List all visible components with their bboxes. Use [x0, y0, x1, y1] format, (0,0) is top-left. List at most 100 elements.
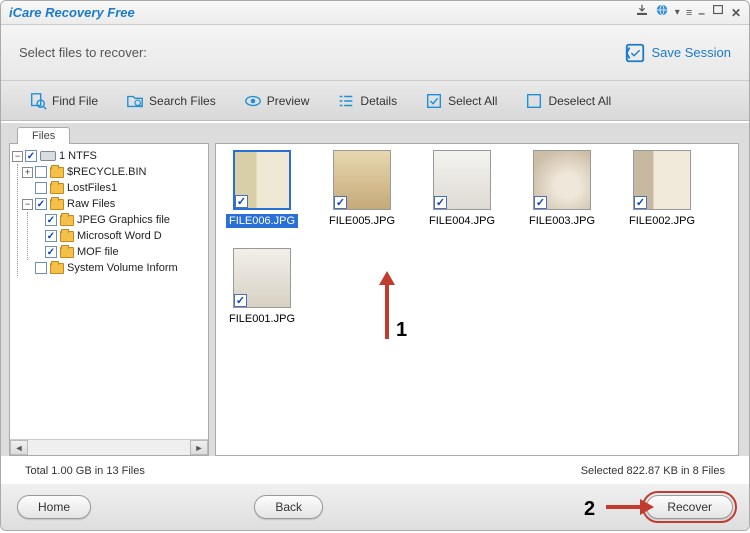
- thumbnail-label: FILE003.JPG: [526, 214, 598, 228]
- thumbnail-item[interactable]: FILE005.JPG: [322, 150, 402, 228]
- tree-h-scrollbar[interactable]: ◄ ►: [10, 439, 208, 455]
- find-file-button[interactable]: Find File: [29, 92, 98, 110]
- folder-icon: [60, 231, 74, 242]
- details-button[interactable]: Details: [337, 92, 397, 110]
- tree-checkbox[interactable]: [45, 230, 57, 242]
- select-all-label: Select All: [448, 94, 497, 108]
- details-icon: [337, 92, 355, 110]
- header: Select files to recover: Save Session: [1, 25, 749, 81]
- save-session-button[interactable]: Save Session: [624, 42, 732, 64]
- footer: Home Back Recover: [1, 484, 749, 530]
- tree-item-lostfiles[interactable]: LostFiles1: [22, 180, 206, 196]
- folder-icon: [50, 199, 64, 210]
- thumb-checkbox[interactable]: [334, 196, 347, 209]
- collapse-icon[interactable]: −: [22, 199, 33, 210]
- status-total: Total 1.00 GB in 13 Files: [25, 465, 581, 477]
- tree-item-word[interactable]: Microsoft Word D: [32, 228, 206, 244]
- home-button[interactable]: Home: [17, 495, 91, 519]
- thumb-checkbox[interactable]: [534, 196, 547, 209]
- tree-item-label: LostFiles1: [67, 182, 117, 194]
- tree-item-label: JPEG Graphics file: [77, 214, 170, 226]
- thumb-checkbox[interactable]: [235, 195, 248, 208]
- app-title: iCare Recovery Free: [9, 5, 635, 20]
- back-button[interactable]: Back: [254, 495, 323, 519]
- folder-icon: [60, 215, 74, 226]
- folder-icon: [60, 247, 74, 258]
- tree-checkbox[interactable]: [35, 198, 47, 210]
- thumbnail-image: [233, 248, 291, 308]
- status-bar: Total 1.00 GB in 13 Files Selected 822.8…: [1, 460, 749, 482]
- thumbnail-item[interactable]: FILE002.JPG: [622, 150, 702, 228]
- dropdown-icon[interactable]: ▾: [675, 7, 680, 18]
- thumb-checkbox[interactable]: [234, 294, 247, 307]
- tab-files[interactable]: Files: [17, 127, 70, 144]
- select-all-icon: [425, 92, 443, 110]
- tree-checkbox[interactable]: [45, 246, 57, 258]
- titlebar-controls: ▾ ≡ – ✕: [635, 3, 741, 22]
- minimize-icon[interactable]: –: [698, 6, 705, 20]
- select-all-button[interactable]: Select All: [425, 92, 497, 110]
- scroll-left-icon[interactable]: ◄: [10, 440, 28, 455]
- collapse-icon[interactable]: −: [12, 151, 23, 162]
- tree-item-mof[interactable]: MOF file: [32, 244, 206, 260]
- globe-icon[interactable]: [655, 3, 669, 22]
- thumbnail-image: [633, 150, 691, 210]
- tree-checkbox[interactable]: [35, 182, 47, 194]
- maximize-icon[interactable]: [711, 3, 725, 22]
- close-icon[interactable]: ✕: [731, 6, 741, 20]
- save-session-label: Save Session: [652, 45, 732, 60]
- search-files-button[interactable]: Search Files: [126, 92, 216, 110]
- preview-button[interactable]: Preview: [244, 92, 310, 110]
- preview-label: Preview: [267, 94, 310, 108]
- details-label: Details: [360, 94, 397, 108]
- recover-button[interactable]: Recover: [646, 495, 733, 519]
- tree-body: − 1 NTFS + $RECYCLE.BIN: [9, 143, 209, 456]
- scroll-right-icon[interactable]: ►: [190, 440, 208, 455]
- scroll-track[interactable]: [28, 440, 190, 455]
- annotation-label-1: 1: [396, 319, 407, 342]
- tree-item-sysvol[interactable]: System Volume Inform: [22, 260, 206, 276]
- tree-item-label: Microsoft Word D: [77, 230, 162, 242]
- header-prompt: Select files to recover:: [19, 45, 624, 60]
- deselect-all-icon: [525, 92, 543, 110]
- tree-item-jpeg[interactable]: JPEG Graphics file: [32, 212, 206, 228]
- deselect-all-label: Deselect All: [548, 94, 611, 108]
- file-tree[interactable]: − 1 NTFS + $RECYCLE.BIN: [10, 144, 208, 280]
- toolbar: Find File Search Files Preview Details S…: [1, 81, 749, 121]
- app-window: iCare Recovery Free ▾ ≡ – ✕ Select files…: [0, 0, 750, 531]
- tree-checkbox[interactable]: [25, 150, 37, 162]
- save-session-icon: [624, 42, 646, 64]
- annotation-label-2: 2: [584, 498, 595, 521]
- tree-panel: Files − 1 NTFS + $RECYC: [9, 123, 209, 456]
- tree-checkbox[interactable]: [35, 166, 47, 178]
- tree-item-label: System Volume Inform: [67, 262, 178, 274]
- expand-icon[interactable]: +: [22, 167, 33, 178]
- thumbnails-grid: FILE006.JPG FILE005.JPG FILE004.JPG FILE…: [222, 150, 732, 326]
- search-files-label: Search Files: [149, 94, 216, 108]
- thumbnail-item[interactable]: FILE001.JPG: [222, 248, 302, 326]
- tree-root-label: 1 NTFS: [59, 150, 97, 162]
- tree-item-recycle[interactable]: + $RECYCLE.BIN: [22, 164, 206, 180]
- thumbnail-label: FILE005.JPG: [326, 214, 398, 228]
- thumbnails-panel: FILE006.JPG FILE005.JPG FILE004.JPG FILE…: [215, 143, 739, 456]
- search-icon: [126, 92, 144, 110]
- folder-icon: [50, 263, 64, 274]
- thumb-checkbox[interactable]: [634, 196, 647, 209]
- tree-tab-row: Files: [9, 123, 209, 143]
- tree-item-label: MOF file: [77, 246, 119, 258]
- thumbnail-image: [433, 150, 491, 210]
- folder-icon: [50, 167, 64, 178]
- thumbnail-item[interactable]: FILE004.JPG: [422, 150, 502, 228]
- thumbnail-item[interactable]: FILE006.JPG: [222, 150, 302, 228]
- tree-root[interactable]: − 1 NTFS: [12, 148, 206, 164]
- disk-icon: [40, 151, 56, 161]
- deselect-all-button[interactable]: Deselect All: [525, 92, 611, 110]
- thumbnail-item[interactable]: FILE003.JPG: [522, 150, 602, 228]
- tree-checkbox[interactable]: [45, 214, 57, 226]
- tree-item-rawfiles[interactable]: − Raw Files: [22, 196, 206, 212]
- thumb-checkbox[interactable]: [434, 196, 447, 209]
- status-selected: Selected 822.87 KB in 8 Files: [581, 465, 725, 477]
- settings-icon[interactable]: ≡: [686, 7, 692, 19]
- tree-checkbox[interactable]: [35, 262, 47, 274]
- download-icon[interactable]: [635, 3, 649, 22]
